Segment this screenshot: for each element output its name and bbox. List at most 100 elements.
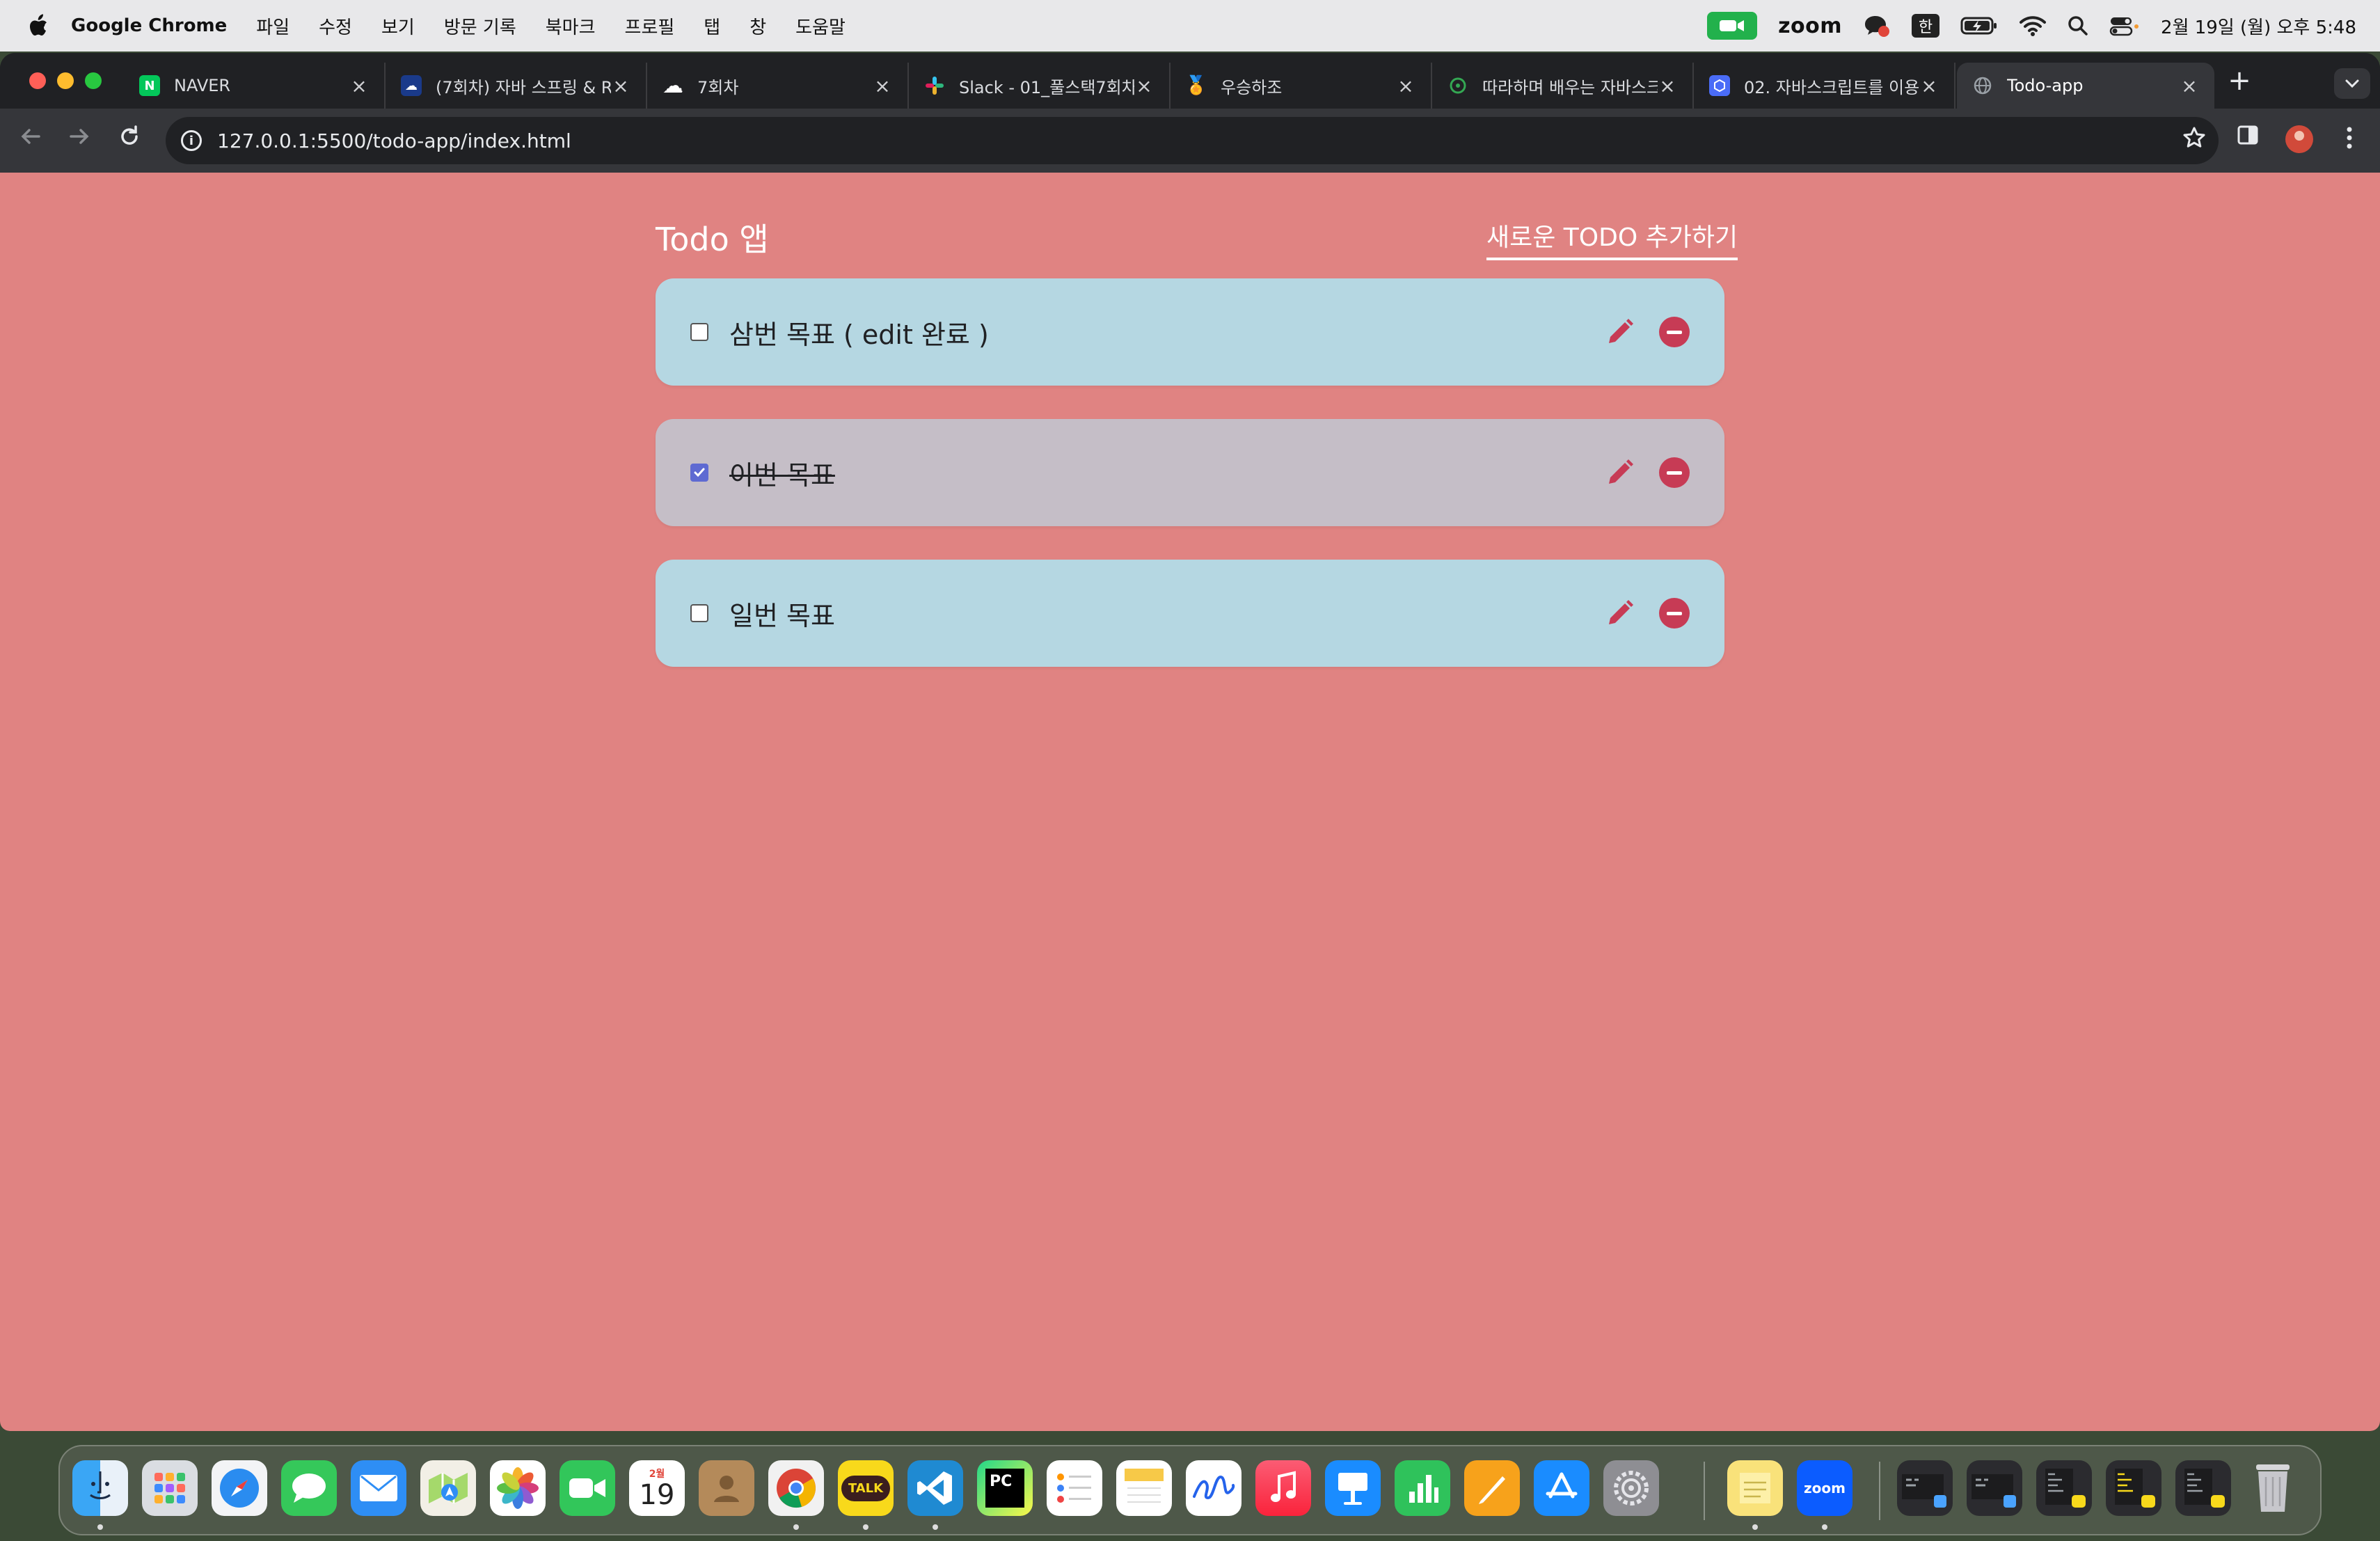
pencil-icon[interactable]	[1603, 315, 1637, 349]
todo-checkbox[interactable]	[690, 323, 708, 341]
minimized-window-thumbnail[interactable]	[2175, 1460, 2231, 1516]
tab-js-course[interactable]: 따라하며 배우는 자바스크 ×	[1432, 63, 1694, 109]
app-menu-name[interactable]: Google Chrome	[71, 15, 227, 36]
dock: 2월 19 TALK PC zoom	[58, 1445, 2322, 1535]
close-tab-icon[interactable]: ×	[2180, 74, 2199, 97]
delete-todo-button[interactable]	[1659, 457, 1690, 488]
tab-spring-course[interactable]: ☁ (7회차) 자바 스프링 & R ×	[386, 63, 647, 109]
safari-icon[interactable]	[212, 1460, 267, 1516]
tab-session-7[interactable]: ☁ 7회차 ×	[647, 63, 909, 109]
menu-profiles[interactable]: 프로필	[625, 13, 675, 39]
side-panel-button[interactable]	[2237, 124, 2259, 152]
facetime-icon[interactable]	[560, 1460, 615, 1516]
calendar-icon[interactable]: 2월 19	[629, 1460, 685, 1516]
tab-todo-app[interactable]: Todo-app ×	[1957, 63, 2214, 109]
menu-view[interactable]: 보기	[381, 13, 415, 39]
address-bar[interactable]: i 127.0.0.1:5500/todo-app/index.html	[166, 117, 2219, 164]
app-store-icon[interactable]	[1534, 1460, 1589, 1516]
trash-icon[interactable]	[2245, 1460, 2301, 1516]
system-settings-icon[interactable]	[1603, 1460, 1659, 1516]
url-text[interactable]: 127.0.0.1:5500/todo-app/index.html	[217, 129, 2182, 152]
control-center-icon[interactable]	[2109, 15, 2140, 36]
tab-title: NAVER	[174, 76, 231, 95]
tab-js-doc[interactable]: 02. 자바스크립트를 이용 ×	[1694, 63, 1955, 109]
messages-icon[interactable]	[281, 1460, 337, 1516]
kakaotalk-icon[interactable]: TALK	[838, 1460, 894, 1516]
close-tab-icon[interactable]: ×	[1919, 74, 1939, 97]
launchpad-icon[interactable]	[142, 1460, 198, 1516]
forward-button[interactable]	[63, 124, 96, 157]
menubar-clock[interactable]: 2월 19일 (월) 오후 5:48	[2161, 13, 2356, 39]
close-tab-icon[interactable]: ×	[611, 74, 630, 97]
close-tab-icon[interactable]: ×	[873, 74, 892, 97]
minimized-window-thumbnail[interactable]	[1967, 1460, 2022, 1516]
menu-history[interactable]: 방문 기록	[444, 13, 516, 39]
minimized-window-thumbnail[interactable]	[2036, 1460, 2092, 1516]
close-tab-icon[interactable]: ×	[1134, 74, 1154, 97]
add-todo-link[interactable]: 새로운 TODO 추가하기	[1486, 217, 1738, 260]
pencil-icon[interactable]	[1603, 456, 1637, 489]
chrome-menu-button[interactable]	[2341, 124, 2358, 157]
kakaotalk-label: TALK	[841, 1475, 891, 1501]
bookmark-star-icon[interactable]	[2182, 126, 2206, 156]
new-tab-button[interactable]: +	[2224, 67, 2255, 97]
chevron-down-icon	[2345, 79, 2359, 88]
battery-icon[interactable]	[1960, 16, 1998, 35]
todo-checkbox[interactable]	[690, 604, 708, 622]
fullscreen-window-button[interactable]	[85, 72, 102, 89]
minimize-window-button[interactable]	[57, 72, 74, 89]
profile-avatar[interactable]	[2285, 125, 2313, 153]
todo-checkbox[interactable]	[690, 464, 708, 482]
reload-button[interactable]	[113, 124, 146, 157]
menu-bookmarks[interactable]: 북마크	[546, 13, 596, 39]
menu-help[interactable]: 도움말	[795, 13, 846, 39]
vscode-icon[interactable]	[907, 1460, 963, 1516]
dock-separator	[1879, 1462, 1880, 1520]
photos-icon[interactable]	[490, 1460, 546, 1516]
close-window-button[interactable]	[29, 72, 46, 89]
zoom-camera-icon[interactable]	[1707, 12, 1758, 40]
menu-window[interactable]: 창	[749, 13, 766, 39]
keynote-icon[interactable]	[1325, 1460, 1381, 1516]
tab-team-winning[interactable]: 🏅 우승하조 ×	[1171, 63, 1432, 109]
music-icon[interactable]	[1255, 1460, 1311, 1516]
menu-edit[interactable]: 수정	[319, 13, 352, 39]
site-info-icon[interactable]: i	[181, 130, 202, 151]
tab-slack[interactable]: Slack - 01_풀스택7회차 ×	[909, 63, 1171, 109]
zoom-app-icon[interactable]: zoom	[1797, 1460, 1853, 1516]
apple-icon[interactable]	[28, 14, 49, 38]
tab-search-button[interactable]	[2334, 68, 2370, 99]
delete-todo-button[interactable]	[1659, 317, 1690, 347]
back-button[interactable]	[14, 124, 47, 157]
menu-file[interactable]: 파일	[256, 13, 289, 39]
delete-todo-button[interactable]	[1659, 598, 1690, 629]
zoom-menu-label[interactable]: zoom	[1778, 14, 1842, 38]
minimized-window-thumbnail[interactable]	[1897, 1460, 1953, 1516]
close-tab-icon[interactable]: ×	[1396, 74, 1415, 97]
menu-tab[interactable]: 탭	[704, 13, 720, 39]
slack-icon	[924, 75, 945, 96]
close-tab-icon[interactable]: ×	[349, 74, 369, 97]
mail-icon[interactable]	[351, 1460, 406, 1516]
input-method-indicator[interactable]: 한	[1912, 14, 1940, 38]
contacts-icon[interactable]	[699, 1460, 754, 1516]
numbers-icon[interactable]	[1395, 1460, 1450, 1516]
chrome-icon[interactable]	[768, 1460, 824, 1516]
pencil-icon[interactable]	[1603, 596, 1637, 630]
tab-naver[interactable]: N NAVER ×	[124, 63, 386, 109]
notes-icon[interactable]	[1116, 1460, 1172, 1516]
maps-icon[interactable]	[420, 1460, 476, 1516]
pycharm-icon[interactable]: PC	[977, 1460, 1033, 1516]
close-tab-icon[interactable]: ×	[1658, 74, 1677, 97]
wifi-icon[interactable]	[2019, 15, 2047, 36]
stickies-icon[interactable]	[1727, 1460, 1783, 1516]
running-indicator	[97, 1524, 103, 1530]
arrow-left-icon	[21, 129, 40, 144]
spotlight-search-icon[interactable]	[2068, 15, 2088, 36]
finder-icon[interactable]	[72, 1460, 128, 1516]
chat-bubble-icon[interactable]	[1863, 13, 1891, 38]
pages-icon[interactable]	[1464, 1460, 1520, 1516]
freeform-icon[interactable]	[1186, 1460, 1241, 1516]
minimized-window-thumbnail[interactable]	[2106, 1460, 2161, 1516]
reminders-icon[interactable]	[1047, 1460, 1102, 1516]
